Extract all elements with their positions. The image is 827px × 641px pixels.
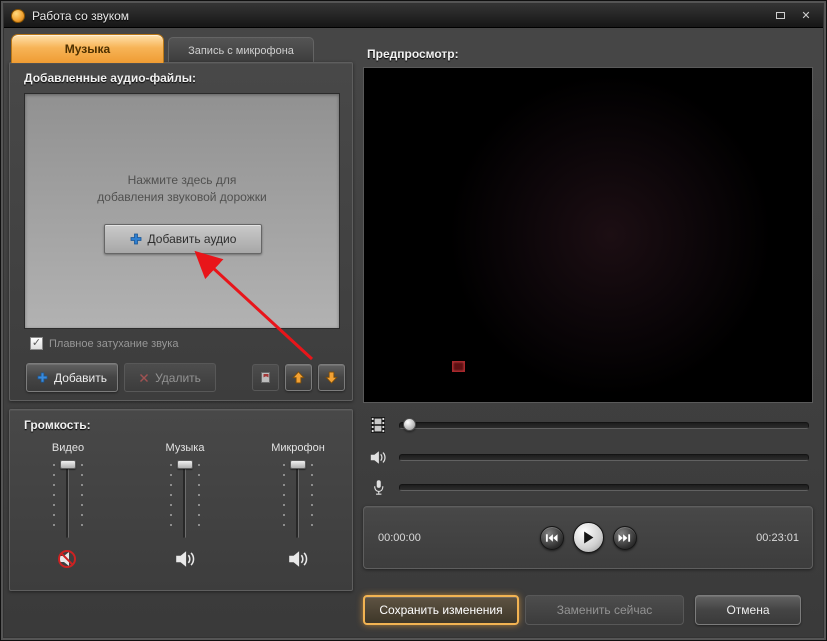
- playback-panel: 00:00:00 00:23:01: [363, 506, 813, 569]
- video-volume-slider[interactable]: [48, 458, 88, 540]
- plus-icon: [37, 372, 48, 383]
- playback-controls: [364, 507, 812, 568]
- music-volume-group: Музыка: [137, 442, 233, 572]
- titlebar: Работа со звуком ✕: [4, 4, 823, 28]
- minimize-button[interactable]: [770, 7, 790, 24]
- audio-files-title: Добавленные аудио-файлы:: [24, 71, 197, 85]
- audio-files-panel: Добавленные аудио-файлы: Нажмите здесь д…: [9, 62, 353, 401]
- mic-volume-label: Микрофон: [271, 442, 325, 454]
- add-file-label: Добавить: [53, 370, 108, 385]
- slider-ticks: [198, 464, 200, 534]
- slider-ticks: [53, 464, 55, 534]
- tab-mic-record[interactable]: Запись с микрофона: [168, 37, 314, 63]
- fade-checkbox-row[interactable]: ✓ Плавное затухание звука: [30, 337, 178, 350]
- audio-level-slider[interactable]: [399, 454, 809, 461]
- window-title: Работа со звуком: [32, 8, 129, 23]
- play-button[interactable]: [572, 522, 604, 553]
- film-icon: [367, 416, 389, 434]
- cancel-button[interactable]: Отмена: [695, 595, 801, 625]
- plus-icon: [130, 233, 141, 245]
- video-mute-button[interactable]: [57, 548, 79, 572]
- delete-x-icon: [140, 373, 149, 382]
- skip-back-icon: [545, 533, 558, 542]
- mic-level-row: [363, 477, 813, 497]
- seek-slider[interactable]: [399, 422, 809, 429]
- drop-hint: Нажмите здесь для добавления звуковой до…: [25, 172, 339, 206]
- seek-thumb[interactable]: [403, 418, 416, 431]
- replace-now-button[interactable]: Заменить сейчас: [525, 595, 684, 625]
- tab-music[interactable]: Музыка: [11, 34, 164, 63]
- close-button[interactable]: ✕: [796, 7, 816, 24]
- arrow-down-icon: [325, 371, 338, 384]
- speaker-muted-icon: [58, 549, 76, 568]
- app-icon: [11, 8, 25, 23]
- page-flag-icon: [261, 372, 270, 383]
- skip-forward-icon: [618, 533, 631, 542]
- play-icon: [583, 531, 593, 544]
- mic-volume-group: Микрофон: [250, 442, 346, 572]
- video-volume-label: Видео: [51, 442, 85, 454]
- add-audio-label: Добавить аудио: [147, 232, 237, 246]
- music-volume-slider[interactable]: [165, 458, 205, 540]
- slider-thumb[interactable]: [177, 460, 193, 469]
- mic-mute-button[interactable]: [287, 548, 309, 572]
- arrow-up-icon: [292, 371, 305, 384]
- seek-row: [363, 415, 813, 435]
- preview-title: Предпросмотр:: [367, 47, 459, 61]
- slider-track: [296, 460, 299, 538]
- move-up-button[interactable]: [285, 364, 312, 391]
- check-icon: ✓: [31, 337, 42, 349]
- volume-title: Громкость:: [24, 418, 91, 432]
- mic-volume-slider[interactable]: [278, 458, 318, 540]
- video-volume-group: Видео: [20, 442, 116, 572]
- minimize-icon: [775, 12, 785, 19]
- speaker-icon: [289, 550, 308, 567]
- skip-forward-button[interactable]: [612, 525, 637, 550]
- audio-level-row: [363, 447, 813, 467]
- fade-checkbox[interactable]: ✓: [30, 337, 43, 350]
- speaker-icon: [176, 550, 195, 567]
- audio-drop-area[interactable]: Нажмите здесь для добавления звуковой до…: [24, 93, 340, 329]
- slider-ticks: [81, 464, 83, 534]
- sound-editor-window: Работа со звуком ✕ Музыка Запись с микро…: [0, 0, 827, 641]
- slider-thumb[interactable]: [60, 460, 76, 469]
- speaker-icon: [367, 448, 389, 466]
- drop-hint-line1: Нажмите здесь для: [127, 173, 237, 187]
- webcam-overlay-icon: [452, 361, 465, 372]
- add-audio-button[interactable]: Добавить аудио: [104, 224, 262, 254]
- slider-thumb[interactable]: [290, 460, 306, 469]
- preview-frame: [364, 68, 812, 402]
- music-volume-label: Музыка: [165, 442, 205, 454]
- edit-track-button[interactable]: [252, 364, 279, 391]
- add-file-button[interactable]: Добавить: [26, 363, 118, 392]
- drop-hint-line2: добавления звуковой дорожки: [97, 190, 267, 204]
- slider-ticks: [283, 464, 285, 534]
- slider-track: [183, 460, 186, 538]
- volume-panel: Громкость: Видео Музыка Микрофон: [9, 409, 353, 591]
- fade-checkbox-label: Плавное затухание звука: [49, 337, 179, 350]
- delete-file-label: Удалить: [155, 370, 201, 385]
- preview-area: [363, 67, 813, 403]
- slider-ticks: [311, 464, 313, 534]
- music-mute-button[interactable]: [174, 548, 196, 572]
- mic-level-slider[interactable]: [399, 484, 809, 491]
- slider-ticks: [170, 464, 172, 534]
- slider-track: [66, 460, 69, 538]
- microphone-icon: [367, 478, 389, 496]
- move-down-button[interactable]: [318, 364, 345, 391]
- delete-file-button[interactable]: Удалить: [124, 363, 216, 392]
- skip-back-button[interactable]: [539, 525, 564, 550]
- save-changes-button[interactable]: Сохранить изменения: [363, 595, 519, 625]
